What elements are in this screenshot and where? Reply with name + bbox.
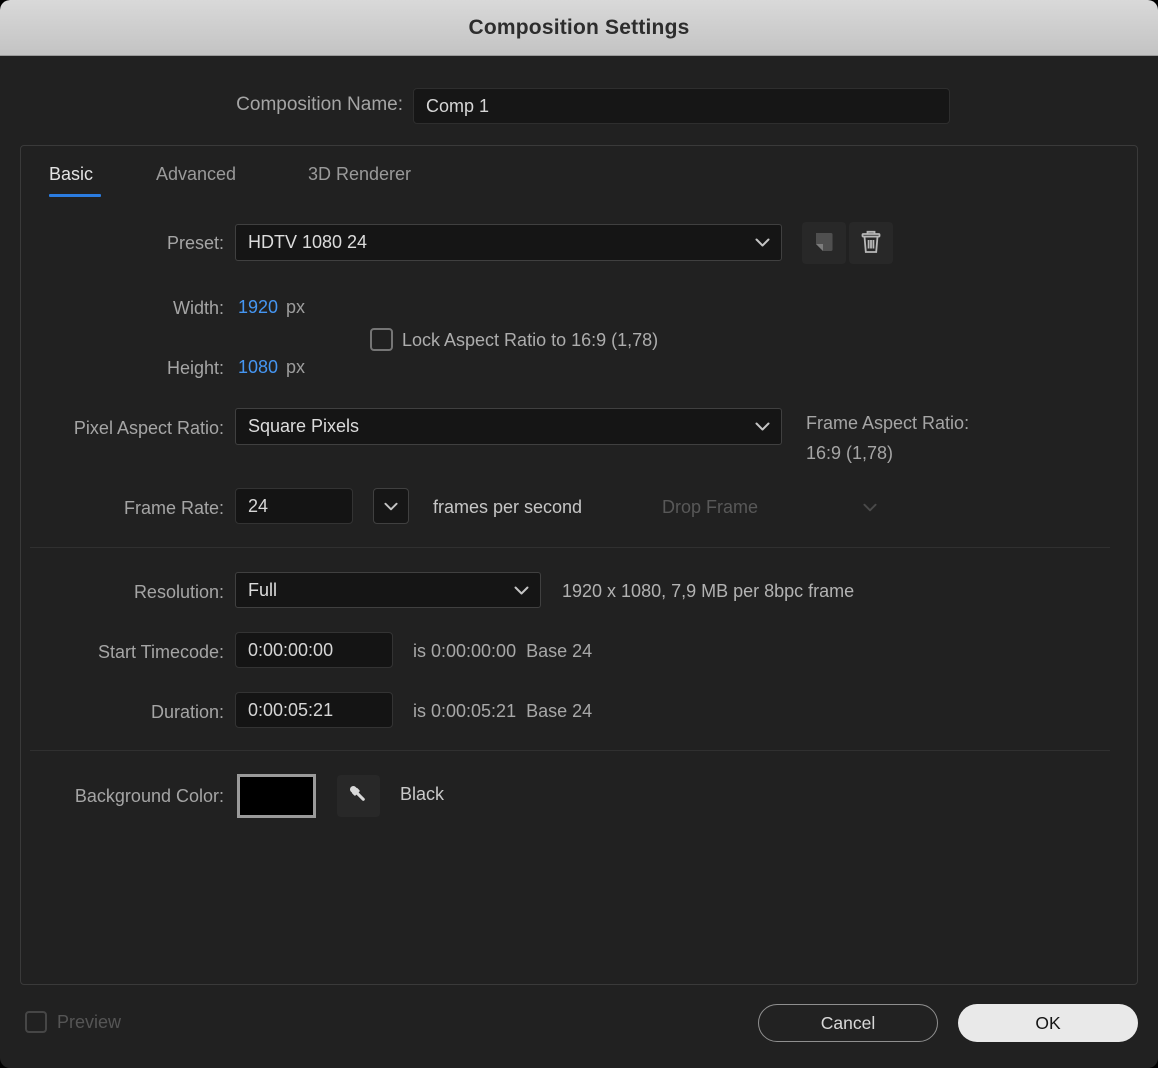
- eyedropper-button[interactable]: [337, 775, 380, 817]
- save-preset-icon: [812, 230, 836, 257]
- dialog-titlebar[interactable]: Composition Settings: [0, 0, 1158, 56]
- frame-rate-input[interactable]: [235, 488, 353, 524]
- save-preset-button[interactable]: [802, 222, 846, 264]
- tab-basic[interactable]: Basic: [49, 164, 93, 185]
- drop-frame-dropdown: Drop Frame: [662, 497, 877, 518]
- chevron-down-icon: [384, 499, 398, 514]
- chevron-down-icon: [755, 422, 781, 431]
- duration-input[interactable]: [235, 692, 393, 728]
- duration-info: is 0:00:05:21 Base 24: [413, 701, 593, 721]
- duration-label: Duration:: [150, 702, 224, 722]
- resolution-label: Resolution:: [133, 582, 224, 602]
- dialog-title: Composition Settings: [468, 15, 690, 39]
- tab-3d-renderer[interactable]: 3D Renderer: [308, 164, 411, 185]
- background-color-label: Background Color:: [74, 786, 224, 806]
- frame-aspect-ratio-label: Frame Aspect Ratio:: [806, 413, 970, 433]
- height-value[interactable]: 1080: [238, 357, 278, 378]
- width-label: Width:: [172, 298, 224, 318]
- dialog-surface: Composition Settings Composition Name: B…: [0, 0, 1158, 1068]
- start-timecode-info: is 0:00:00:00 Base 24: [413, 641, 593, 661]
- width-value[interactable]: 1920: [238, 297, 278, 318]
- preset-value: HDTV 1080 24: [248, 232, 368, 252]
- chevron-down-icon: [514, 586, 540, 595]
- section-divider: [30, 547, 1110, 548]
- resolution-info: 1920 x 1080, 7,9 MB per 8bpc frame: [562, 581, 855, 601]
- frame-rate-label: Frame Rate:: [123, 498, 224, 518]
- width-unit: px: [286, 297, 306, 317]
- height-label: Height:: [166, 358, 224, 378]
- ok-button[interactable]: OK: [958, 1004, 1138, 1042]
- settings-panel: [20, 145, 1138, 985]
- lock-aspect-label: Lock Aspect Ratio to 16:9 (1,78): [402, 330, 659, 350]
- frame-aspect-ratio-value: 16:9 (1,78): [806, 443, 894, 463]
- eyedropper-icon: [346, 782, 372, 811]
- pixel-aspect-ratio-value: Square Pixels: [248, 416, 360, 436]
- resolution-value: Full: [248, 579, 278, 600]
- preview-label: Preview: [57, 1012, 122, 1032]
- preview-checkbox: [25, 1011, 47, 1033]
- composition-name-label: Composition Name:: [236, 94, 403, 115]
- chevron-down-icon: [863, 499, 877, 517]
- composition-settings-dialog: Composition Settings Composition Name: B…: [0, 0, 1158, 1068]
- preset-label: Preset:: [166, 233, 224, 253]
- trash-icon: [859, 229, 883, 258]
- background-color-swatch[interactable]: [237, 774, 316, 818]
- frame-rate-dropdown-button[interactable]: [373, 488, 409, 524]
- chevron-down-icon: [755, 238, 781, 247]
- background-color-name: Black: [400, 784, 445, 804]
- composition-name-input[interactable]: [413, 88, 950, 124]
- frames-per-second-label: frames per second: [433, 497, 583, 517]
- active-tab-underline: [49, 194, 101, 197]
- height-unit: px: [286, 357, 306, 377]
- pixel-aspect-ratio-dropdown[interactable]: Square Pixels: [235, 408, 782, 445]
- preset-dropdown[interactable]: HDTV 1080 24: [235, 224, 782, 261]
- section-divider: [30, 750, 1110, 751]
- resolution-dropdown[interactable]: Full: [235, 572, 541, 608]
- delete-preset-button[interactable]: [849, 222, 893, 264]
- cancel-button[interactable]: Cancel: [758, 1004, 938, 1042]
- lock-aspect-checkbox[interactable]: [370, 328, 393, 351]
- tab-advanced[interactable]: Advanced: [156, 164, 236, 185]
- drop-frame-value: Drop Frame: [662, 497, 759, 517]
- start-timecode-input[interactable]: [235, 632, 393, 668]
- pixel-aspect-ratio-label: Pixel Aspect Ratio:: [73, 418, 224, 438]
- start-timecode-label: Start Timecode:: [97, 642, 224, 662]
